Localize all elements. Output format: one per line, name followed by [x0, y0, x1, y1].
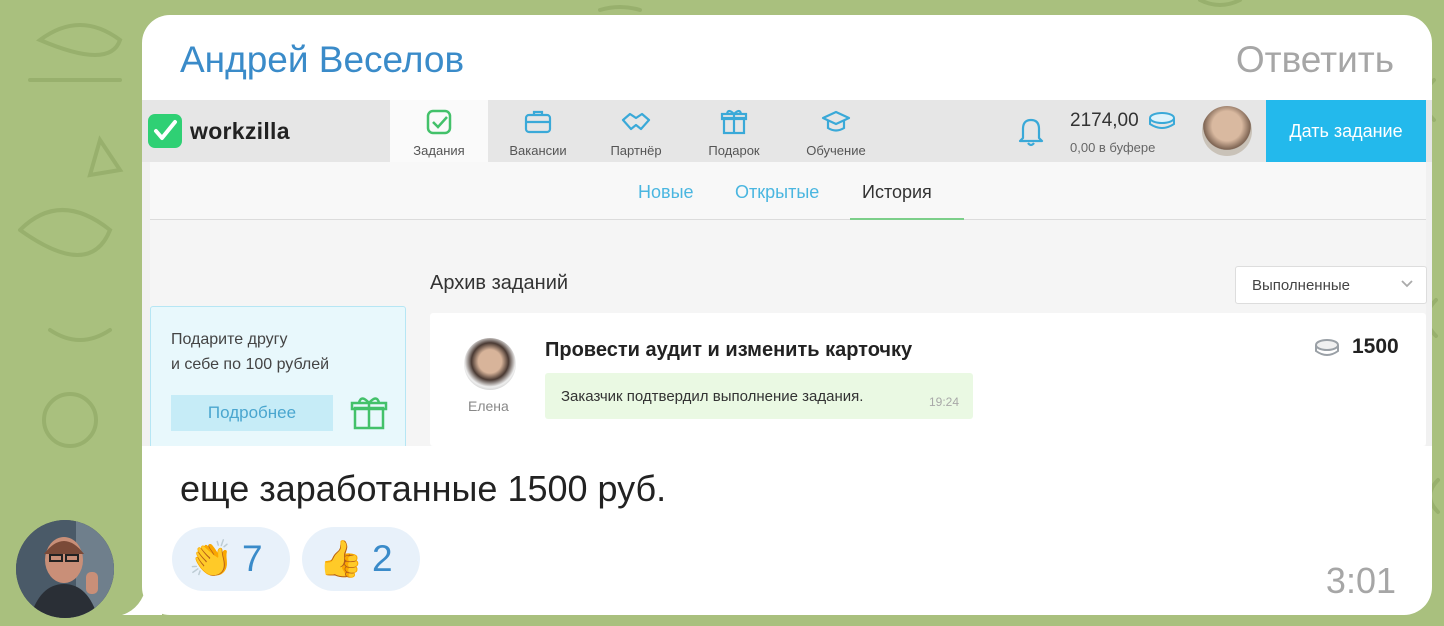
handshake-icon: [621, 112, 651, 131]
referral-promo: Подарите другу и себе по 100 рублей Подр…: [150, 306, 406, 446]
nav-tasks[interactable]: Задания: [390, 100, 488, 162]
nav-label: Вакансии: [509, 143, 567, 158]
sender-avatar[interactable]: [16, 520, 114, 618]
subtab-open[interactable]: Открытые: [735, 182, 819, 203]
sender-name[interactable]: Андрей Веселов: [180, 39, 464, 81]
gift-icon: [720, 109, 748, 135]
filter-value: Выполненные: [1252, 277, 1350, 294]
chevron-down-icon: [1401, 280, 1413, 288]
archive-title: Архив заданий: [430, 272, 569, 294]
reaction-count: 7: [242, 538, 263, 579]
status-text: Заказчик подтвердил выполнение задания.: [561, 388, 864, 405]
reaction-count: 2: [372, 538, 393, 579]
subtab-history[interactable]: История: [862, 182, 932, 203]
subtabs-bar: Новые Открытые История: [150, 162, 1426, 220]
briefcase-icon: [524, 110, 552, 134]
reaction-clap[interactable]: 👏 7: [172, 527, 290, 591]
reply-button[interactable]: Ответить: [1236, 39, 1394, 81]
task-card[interactable]: Елена Провести аудит и изменить карточку…: [430, 313, 1426, 446]
nav-label: Обучение: [806, 143, 866, 158]
promo-more-button[interactable]: Подробнее: [171, 395, 333, 431]
promo-text: Подарите другу и себе по 100 рублей: [171, 327, 381, 377]
task-status-message: Заказчик подтвердил выполнение задания. …: [545, 373, 973, 419]
status-time: 19:24: [928, 395, 959, 409]
coins-icon: [1149, 112, 1175, 129]
nav-learning[interactable]: Обучение: [788, 100, 884, 162]
logo-text: workzilla: [190, 117, 290, 144]
task-price: 1500: [1352, 335, 1399, 358]
nav-gift[interactable]: Подарок: [688, 100, 780, 162]
logo-check-icon: [148, 114, 182, 148]
client-name: Елена: [468, 398, 509, 414]
nav-partner[interactable]: Партнёр: [590, 100, 682, 162]
message-bubble: Андрей Веселов Ответить workzilla Задани…: [142, 15, 1432, 615]
thumbs-up-emoji-icon: 👍: [318, 538, 364, 579]
graduation-cap-icon: [821, 110, 851, 132]
clap-emoji-icon: 👏: [188, 538, 234, 579]
task-title[interactable]: Провести аудит и изменить карточку: [545, 339, 912, 362]
client-avatar[interactable]: [464, 338, 516, 390]
reaction-thumbs-up[interactable]: 👍 2: [302, 527, 420, 591]
promo-line-2: и себе по 100 рублей: [171, 356, 330, 373]
subtab-new[interactable]: Новые: [638, 182, 694, 203]
create-task-button[interactable]: Дать задание: [1266, 100, 1426, 162]
attached-screenshot[interactable]: workzilla Задания Вакансии Партнёр Подар…: [142, 100, 1432, 446]
check-square-icon: [426, 109, 452, 135]
promo-line-1: Подарите другу: [171, 331, 288, 348]
balance-amount: 2174,00: [1070, 110, 1139, 131]
status-filter-select[interactable]: Выполненные: [1235, 266, 1427, 304]
message-text: еще заработанные 1500 руб.: [180, 468, 667, 509]
nav-vacancies[interactable]: Вакансии: [492, 100, 584, 162]
bell-icon[interactable]: [1014, 114, 1048, 148]
nav-label: Партнёр: [610, 143, 662, 158]
buffer-amount: 0,00 в буфере: [1070, 140, 1156, 155]
content-area: Подарите другу и себе по 100 рублей Подр…: [150, 220, 1427, 446]
gift-icon: [350, 397, 388, 430]
nav-label: Задания: [413, 143, 465, 158]
coins-icon: [1315, 339, 1339, 356]
workzilla-header: workzilla Задания Вакансии Партнёр Подар…: [142, 100, 1432, 162]
message-time: 3:01: [1325, 560, 1396, 601]
workzilla-logo: workzilla: [148, 114, 290, 148]
user-avatar[interactable]: [1202, 106, 1252, 156]
nav-label: Подарок: [708, 143, 760, 158]
